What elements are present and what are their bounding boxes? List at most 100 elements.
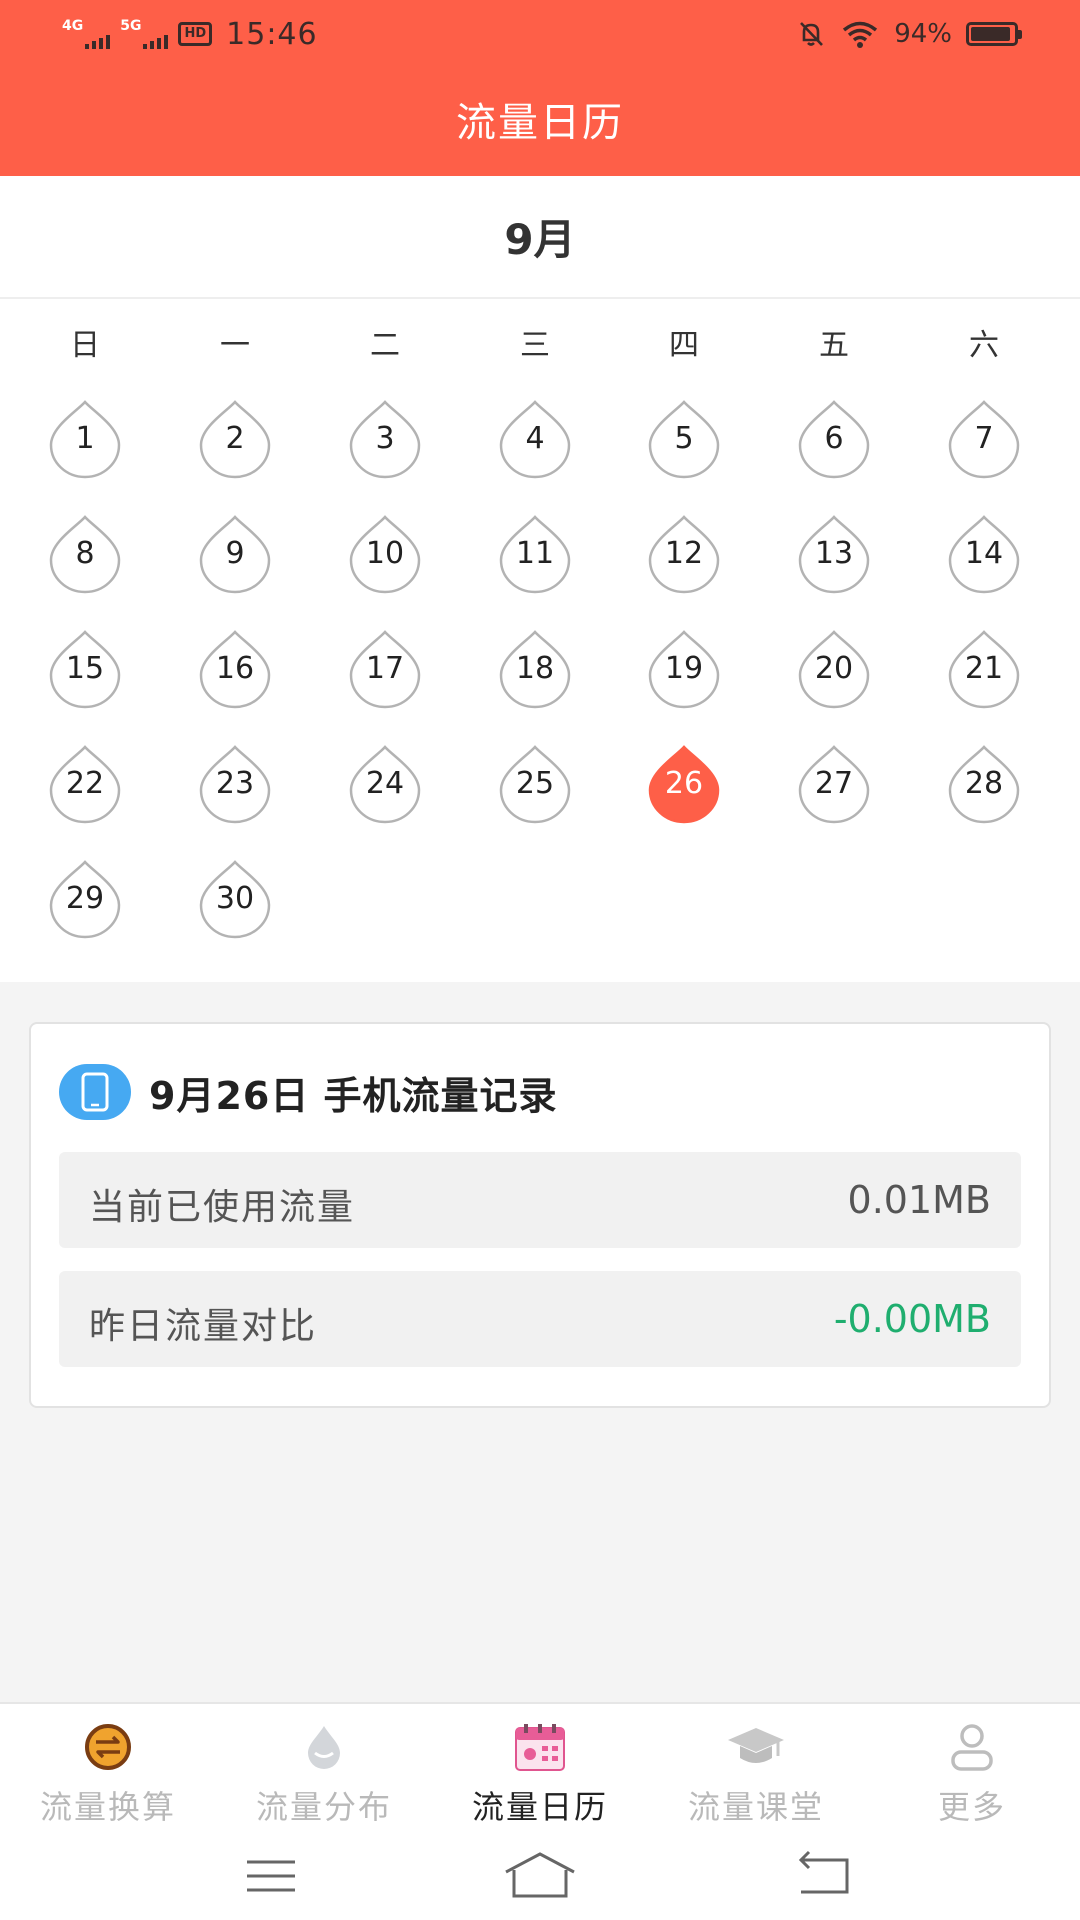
calendar-day[interactable]: 30: [195, 859, 275, 939]
day-number: 16: [215, 651, 255, 686]
status-bar: 4G 5G HD 15:46 94%: [0, 0, 1080, 68]
calendar: 9月 日一二三四五六 1 2 3 4 5 6 7 8 9 10 11 12 13 14 15 16 17 18 19…: [0, 176, 1080, 982]
nav-item-classroom[interactable]: 流量课堂: [648, 1722, 864, 1832]
calendar-day[interactable]: 28: [944, 744, 1024, 824]
day-number: 6: [824, 421, 844, 456]
battery-fill: [971, 27, 1011, 41]
nav-item-more[interactable]: 更多: [864, 1722, 1080, 1832]
calendar-day[interactable]: 19: [644, 629, 724, 709]
day-number: 24: [365, 766, 405, 801]
calendar-day[interactable]: 21: [944, 629, 1024, 709]
day-number: 26: [664, 766, 704, 801]
status-left: 4G 5G HD 15:46: [62, 12, 318, 56]
calendar-day[interactable]: 8: [45, 514, 125, 594]
calendar-day[interactable]: 5: [644, 399, 724, 479]
day-number: 5: [674, 421, 694, 456]
day-number: 27: [814, 766, 854, 801]
day-number: 4: [525, 421, 545, 456]
exchange-icon: [85, 1724, 131, 1770]
graduation-cap-icon: [728, 1728, 784, 1763]
calendar-day[interactable]: 16: [195, 629, 275, 709]
day-grid: 1 2 3 4 5 6 7 8 9 10 11 12 13 14 15 16 17 18 19 20 21 22 23 24 2…: [0, 176, 1080, 982]
day-number: 7: [974, 421, 994, 456]
current-usage-row: 当前已使用流量 0.01MB: [59, 1152, 1021, 1248]
calendar-day[interactable]: 12: [644, 514, 724, 594]
system-navigation: [0, 1846, 1080, 1906]
nav-item-exchange[interactable]: 流量换算: [0, 1722, 216, 1832]
battery-percent: 94%: [894, 19, 952, 49]
nav-item-distribution[interactable]: 流量分布: [216, 1722, 432, 1832]
calendar-day[interactable]: 23: [195, 744, 275, 824]
calendar-day[interactable]: 10: [345, 514, 425, 594]
signal-5g: 5G: [120, 18, 169, 49]
day-number: 2: [225, 421, 245, 456]
bottom-bar: 流量换算 流量分布 流量日历 流量课堂 更多: [0, 1702, 1080, 1920]
calendar-day[interactable]: 27: [794, 744, 874, 824]
battery-icon: [966, 22, 1022, 46]
hd-voice-icon: HD: [178, 22, 213, 46]
calendar-day[interactable]: 13: [794, 514, 874, 594]
calendar-day[interactable]: 18: [495, 629, 575, 709]
day-number: 21: [964, 651, 1004, 686]
day-number: 14: [964, 536, 1004, 571]
day-number: 1: [75, 421, 95, 456]
calendar-day[interactable]: 4: [495, 399, 575, 479]
phone-icon: [59, 1064, 131, 1120]
yesterday-compare-value: -0.00MB: [833, 1297, 991, 1341]
day-number: 30: [215, 881, 255, 916]
user-icon: [951, 1724, 993, 1771]
day-number: 22: [65, 766, 105, 801]
day-number: 23: [215, 766, 255, 801]
calendar-day[interactable]: 14: [944, 514, 1024, 594]
calendar-day[interactable]: 17: [345, 629, 425, 709]
day-number: 11: [515, 536, 555, 571]
home-icon[interactable]: [500, 1846, 580, 1906]
calendar-day[interactable]: 29: [45, 859, 125, 939]
network-type-2: 5G: [120, 18, 142, 34]
nav-label: 流量日历: [471, 1788, 608, 1826]
calendar-day[interactable]: 24: [345, 744, 425, 824]
day-number: 29: [65, 881, 105, 916]
day-number: 20: [814, 651, 854, 686]
app-header: 4G 5G HD 15:46 94% 流量日历: [0, 0, 1080, 176]
nav-item-calendar[interactable]: 流量日历: [432, 1722, 648, 1832]
calendar-day-selected[interactable]: 26: [644, 744, 724, 824]
calendar-day[interactable]: 25: [495, 744, 575, 824]
current-usage-value: 0.01MB: [847, 1178, 991, 1222]
status-right: 94%: [796, 14, 1022, 54]
day-number: 18: [515, 651, 555, 686]
day-number: 12: [664, 536, 704, 571]
day-number: 13: [814, 536, 854, 571]
calendar-day[interactable]: 7: [944, 399, 1024, 479]
network-type-1: 4G: [62, 18, 84, 34]
day-number: 8: [75, 536, 95, 571]
day-number: 9: [225, 536, 245, 571]
calendar-day[interactable]: 6: [794, 399, 874, 479]
day-number: 19: [664, 651, 704, 686]
signal-bars-icon: [143, 35, 169, 49]
calendar-day[interactable]: 9: [195, 514, 275, 594]
nav-label: 更多: [937, 1788, 1006, 1826]
usage-record-card: 9月26日 手机流量记录 当前已使用流量 0.01MB 昨日流量对比 -0.00…: [29, 1022, 1051, 1408]
day-number: 17: [365, 651, 405, 686]
mute-bell-icon: [800, 22, 824, 46]
yesterday-compare-row: 昨日流量对比 -0.00MB: [59, 1271, 1021, 1367]
wifi-icon: [843, 21, 878, 48]
calendar-day[interactable]: 3: [345, 399, 425, 479]
droplet-icon: [308, 1726, 340, 1769]
day-number: 28: [964, 766, 1004, 801]
card-header: 9月26日 手机流量记录: [59, 1064, 558, 1120]
signal-bars-icon: [85, 35, 111, 49]
back-icon[interactable]: [783, 1846, 863, 1906]
calendar-day[interactable]: 1: [45, 399, 125, 479]
calendar-day[interactable]: 2: [195, 399, 275, 479]
nav-label: 流量换算: [39, 1788, 176, 1826]
calendar-day[interactable]: 15: [45, 629, 125, 709]
calendar-day[interactable]: 11: [495, 514, 575, 594]
calendar-icon: [515, 1724, 565, 1771]
calendar-day[interactable]: 20: [794, 629, 874, 709]
menu-icon[interactable]: [231, 1846, 311, 1906]
calendar-day[interactable]: 22: [45, 744, 125, 824]
day-number: 25: [515, 766, 555, 801]
signal-4g: 4G: [62, 18, 111, 49]
